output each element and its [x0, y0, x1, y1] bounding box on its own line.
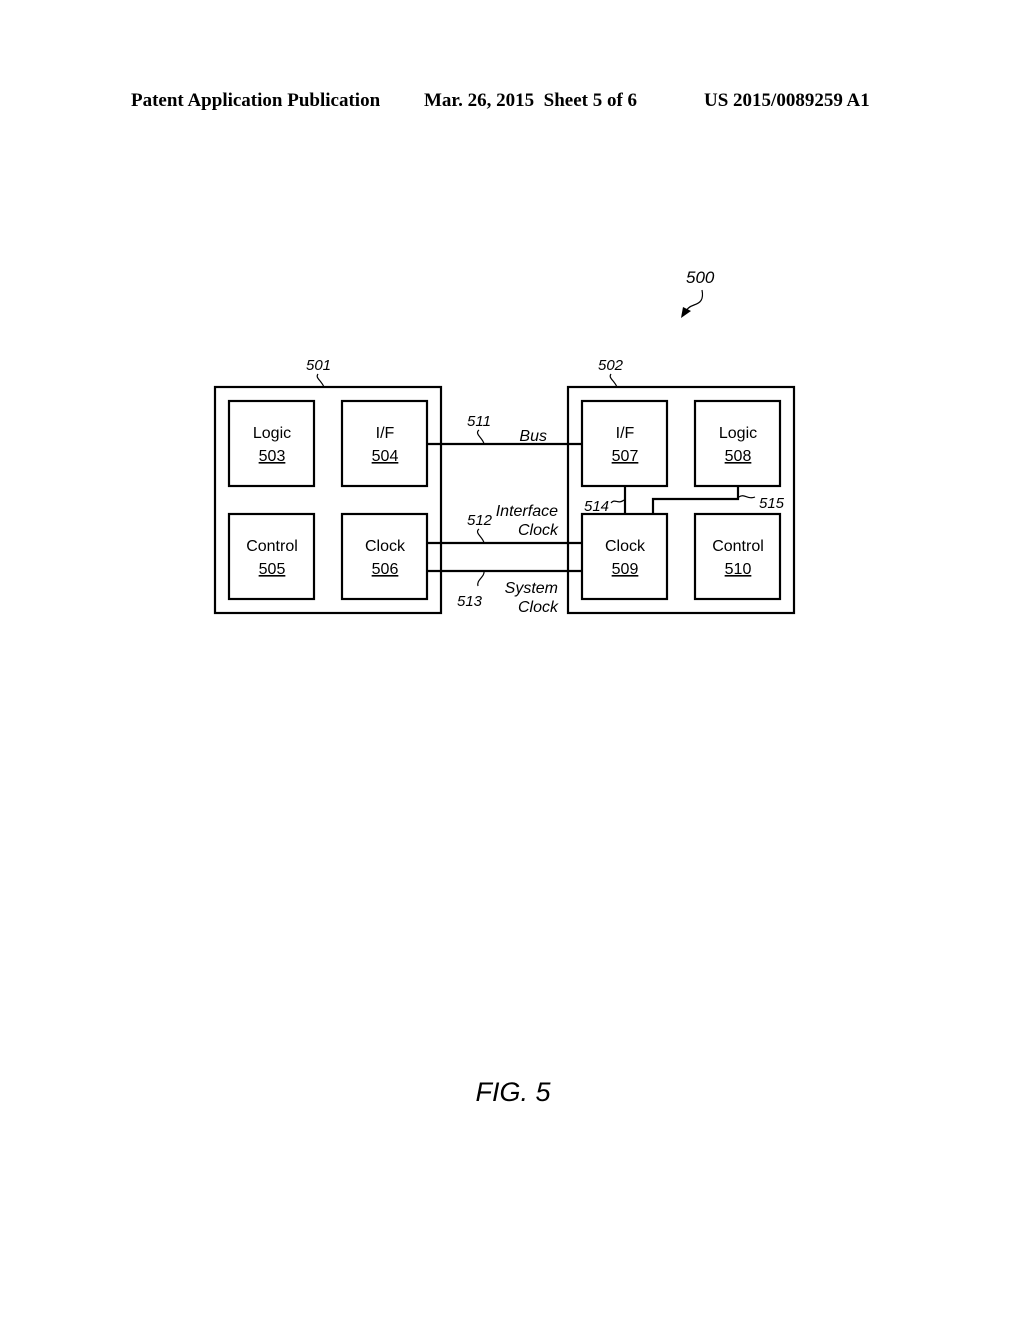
connection-513-system-clock: 513 System Clock	[427, 569, 582, 616]
block-control-505-outline	[227, 512, 316, 601]
connection-514-leader	[610, 499, 625, 504]
block-logic-503: Logic 503	[227, 399, 316, 488]
system-clock-label-line1: System	[505, 580, 558, 597]
connection-512-leader	[476, 528, 485, 544]
block-control-510-outline	[693, 512, 782, 601]
block-name: Logic	[719, 425, 757, 442]
block-name: Control	[246, 538, 298, 555]
block-control-505: Control 505	[227, 512, 316, 601]
block-ref: 505	[259, 561, 286, 578]
figure-ref-arrowhead	[681, 307, 691, 318]
block-if-507-outline	[580, 399, 669, 488]
figure-ref-500: 500	[686, 268, 715, 287]
block-clock-506-outline	[340, 512, 429, 601]
block-name: Control	[712, 538, 764, 555]
device-501-ref: 501	[306, 357, 331, 374]
bus-label: Bus	[519, 428, 547, 445]
block-if-504-outline	[340, 399, 429, 488]
interface-clock-label-line2: Clock	[518, 522, 559, 539]
connection-513-leader	[477, 570, 485, 587]
block-if-504: I/F 504	[340, 399, 429, 488]
device-501-outline	[213, 385, 443, 615]
block-ref: 507	[612, 448, 639, 465]
block-ref: 510	[725, 561, 752, 578]
connection-515-leader	[738, 495, 756, 499]
figure-5-diagram: 500 501 Logic 503 I/F 504 Control 505 Cl…	[213, 268, 796, 1107]
block-name: Clock	[605, 538, 646, 555]
connection-512-ref: 512	[467, 512, 493, 529]
block-ref: 504	[372, 448, 399, 465]
block-if-507: I/F 507	[580, 399, 669, 488]
connection-515-line	[651, 486, 740, 514]
block-control-510: Control 510	[693, 512, 782, 601]
block-logic-503-outline	[227, 399, 316, 488]
connection-514-ref: 514	[584, 498, 609, 515]
block-name: Clock	[365, 538, 406, 555]
device-501: 501 Logic 503 I/F 504 Control 505 Clock …	[213, 357, 443, 615]
block-ref: 508	[725, 448, 752, 465]
interface-clock-label-line1: Interface	[496, 503, 558, 520]
block-ref: 506	[372, 561, 399, 578]
block-name: Logic	[253, 425, 291, 442]
device-502-ref: 502	[598, 357, 624, 374]
device-502-leader	[609, 373, 618, 388]
connection-512-interface-clock: 512 Interface Clock	[427, 503, 582, 545]
block-logic-508-outline	[693, 399, 782, 488]
connection-515-ref: 515	[759, 495, 785, 512]
block-clock-509-outline	[580, 512, 669, 601]
device-502: 502 I/F 507 Logic 508 Clock 509 Control …	[566, 357, 796, 615]
block-clock-509: Clock 509	[580, 512, 669, 601]
block-ref: 503	[259, 448, 286, 465]
connection-515: 515	[651, 486, 785, 514]
block-ref: 509	[612, 561, 639, 578]
system-clock-label-line2: Clock	[518, 599, 559, 616]
figure-caption: FIG. 5	[475, 1077, 551, 1107]
connection-511-bus: 511 Bus	[427, 413, 582, 446]
connection-511-leader	[476, 429, 485, 445]
block-clock-506: Clock 506	[340, 512, 429, 601]
connection-511-ref: 511	[467, 413, 491, 430]
connection-513-ref: 513	[457, 593, 483, 610]
block-name: I/F	[616, 425, 635, 442]
block-name: I/F	[376, 425, 395, 442]
block-logic-508: Logic 508	[693, 399, 782, 488]
connection-514: 514	[584, 486, 627, 515]
device-501-leader	[316, 373, 325, 388]
